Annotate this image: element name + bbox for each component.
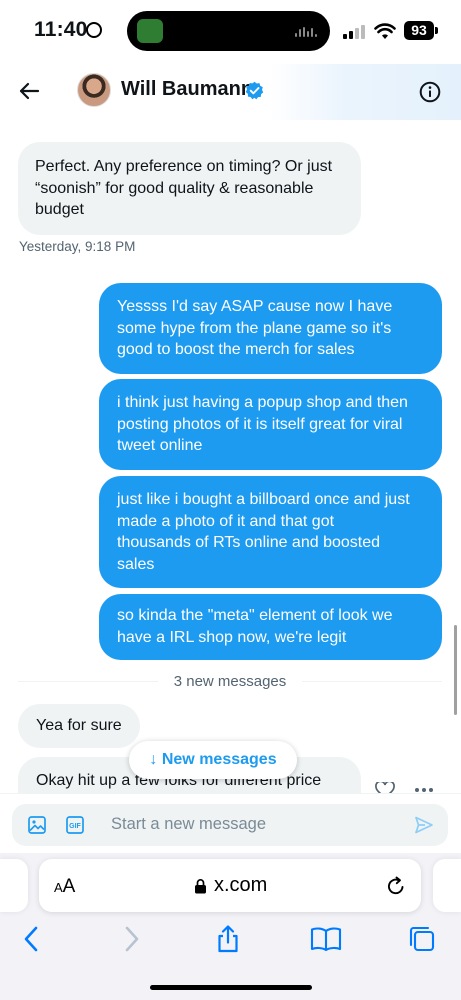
back-icon[interactable] <box>18 925 46 953</box>
gif-icon[interactable]: GIF <box>66 816 84 834</box>
reload-icon[interactable] <box>386 876 406 896</box>
info-icon[interactable] <box>419 81 441 103</box>
new-messages-button[interactable]: ↓ New messages <box>129 741 297 779</box>
status-time: 11:40 <box>34 18 88 41</box>
scrollbar[interactable] <box>454 625 457 715</box>
message-input[interactable]: Start a new message <box>111 815 266 834</box>
share-icon[interactable] <box>214 925 242 953</box>
focus-icon <box>86 22 102 38</box>
battery-cap <box>435 27 438 34</box>
cellular-signal-icon <box>343 25 367 39</box>
verified-badge-icon <box>245 81 264 100</box>
forward-icon[interactable] <box>117 925 145 953</box>
text-size-button[interactable]: AA <box>54 876 75 898</box>
tabs-icon[interactable] <box>408 925 436 953</box>
game-app-icon <box>137 19 163 43</box>
message-timestamp: Yesterday, 9:18 PM <box>19 239 136 254</box>
home-indicator[interactable] <box>150 985 312 990</box>
message-bubble-received[interactable]: Yea for sure <box>18 704 140 748</box>
message-bubble-sent[interactable]: so kinda the "meta" element of look we h… <box>99 594 442 660</box>
new-messages-divider: 3 new messages <box>18 670 442 694</box>
battery-level: 93 <box>404 21 434 40</box>
previous-tab-preview[interactable] <box>0 859 28 912</box>
contact-name[interactable]: Will Baumann <box>121 78 253 101</box>
bookmarks-icon[interactable] <box>310 925 342 953</box>
image-icon[interactable] <box>28 816 46 834</box>
message-bubble-sent[interactable]: i think just having a popup shop and the… <box>99 379 442 470</box>
next-tab-preview[interactable] <box>433 859 461 912</box>
send-icon[interactable] <box>414 815 434 835</box>
wifi-icon <box>374 23 396 39</box>
message-bubble-sent[interactable]: Yessss I'd say ASAP cause now I have som… <box>99 283 442 374</box>
url-text[interactable]: x.com <box>214 874 267 897</box>
message-bubble-received[interactable]: Perfect. Any preference on timing? Or ju… <box>18 142 361 235</box>
svg-text:GIF: GIF <box>69 823 81 830</box>
dynamic-island <box>127 11 330 51</box>
back-arrow-icon[interactable] <box>18 80 40 102</box>
message-bubble-sent[interactable]: just like i bought a billboard once and … <box>99 476 442 588</box>
contact-avatar[interactable] <box>77 73 111 107</box>
lock-icon <box>195 879 206 894</box>
audio-wave-icon <box>295 27 317 37</box>
divider-line <box>302 681 442 682</box>
